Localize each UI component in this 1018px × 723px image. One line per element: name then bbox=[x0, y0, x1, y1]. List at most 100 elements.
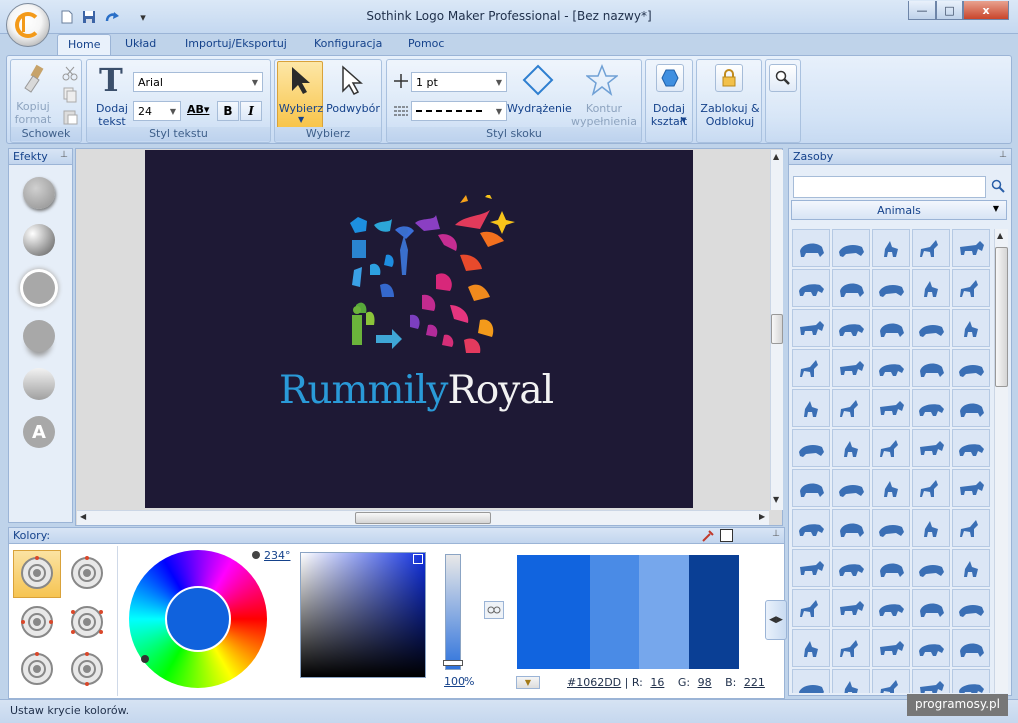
pin-icon[interactable]: ⊥ bbox=[999, 150, 1007, 160]
asset-animal-item[interactable] bbox=[872, 389, 910, 427]
vertical-scroll-thumb[interactable] bbox=[771, 314, 783, 344]
lock-unlock-button[interactable]: Zablokuj & Odblokuj bbox=[697, 102, 763, 128]
asset-animal-item[interactable] bbox=[872, 669, 910, 693]
asset-animal-item[interactable] bbox=[832, 309, 870, 347]
asset-animal-item[interactable] bbox=[872, 509, 910, 547]
asset-animal-item[interactable] bbox=[792, 669, 830, 693]
asset-animal-item[interactable] bbox=[792, 309, 830, 347]
assets-scroll-thumb[interactable] bbox=[995, 247, 1008, 387]
asset-animal-item[interactable] bbox=[872, 629, 910, 667]
asset-animal-item[interactable] bbox=[912, 589, 950, 627]
alpha-value[interactable]: 100 bbox=[444, 675, 465, 688]
asset-animal-item[interactable] bbox=[912, 309, 950, 347]
scroll-left-icon[interactable]: ◀ bbox=[80, 512, 86, 521]
asset-animal-item[interactable] bbox=[872, 309, 910, 347]
italic-button[interactable]: I bbox=[240, 101, 262, 121]
asset-animal-item[interactable] bbox=[872, 469, 910, 507]
asset-animal-item[interactable] bbox=[792, 589, 830, 627]
asset-animal-item[interactable] bbox=[832, 229, 870, 267]
asset-animal-item[interactable] bbox=[872, 429, 910, 467]
asset-animal-item[interactable] bbox=[952, 389, 990, 427]
asset-animal-item[interactable] bbox=[912, 389, 950, 427]
asset-animal-item[interactable] bbox=[792, 389, 830, 427]
asset-animal-item[interactable] bbox=[952, 349, 990, 387]
asset-animal-item[interactable] bbox=[832, 349, 870, 387]
pin-icon[interactable]: ⊥ bbox=[60, 150, 68, 160]
asset-animal-item[interactable] bbox=[912, 629, 950, 667]
horizontal-scroll-thumb[interactable] bbox=[355, 512, 491, 524]
assets-search-input[interactable] bbox=[793, 176, 986, 198]
asset-animal-item[interactable] bbox=[912, 469, 950, 507]
asset-animal-item[interactable] bbox=[912, 349, 950, 387]
effect-shadow[interactable] bbox=[23, 177, 55, 209]
swatch-menu-button[interactable]: ▼ bbox=[516, 676, 540, 689]
category-select[interactable]: Animals ▼ bbox=[791, 200, 1007, 220]
cut-icon[interactable] bbox=[62, 65, 78, 84]
dash-style-select[interactable]: ▼ bbox=[411, 101, 507, 121]
asset-animal-item[interactable] bbox=[912, 669, 950, 693]
swatch[interactable] bbox=[689, 555, 740, 669]
asset-animal-item[interactable] bbox=[792, 549, 830, 587]
asset-animal-item[interactable] bbox=[872, 229, 910, 267]
asset-animal-item[interactable] bbox=[952, 229, 990, 267]
link-icon[interactable] bbox=[484, 601, 504, 619]
asset-animal-item[interactable] bbox=[832, 429, 870, 467]
hollow-button[interactable]: Wydrążenie bbox=[507, 102, 572, 115]
effect-reflection[interactable] bbox=[23, 320, 55, 352]
asset-animal-item[interactable] bbox=[912, 229, 950, 267]
asset-animal-item[interactable] bbox=[952, 509, 990, 547]
copy-icon[interactable] bbox=[62, 87, 78, 106]
panel-collapse-toggle[interactable]: ◀▶ bbox=[765, 600, 787, 640]
hex-value[interactable]: #1062DD bbox=[567, 676, 621, 689]
pin-icon[interactable]: ⊥ bbox=[772, 529, 780, 539]
maximize-button[interactable]: □ bbox=[936, 1, 963, 20]
scroll-right-icon[interactable]: ▶ bbox=[759, 512, 765, 521]
asset-animal-item[interactable] bbox=[792, 509, 830, 547]
scroll-down-icon[interactable]: ▼ bbox=[773, 495, 779, 504]
fill-outline-button[interactable]: Kontur wypełnienia bbox=[569, 102, 639, 128]
effect-glow[interactable] bbox=[23, 272, 55, 304]
asset-animal-item[interactable] bbox=[912, 549, 950, 587]
saturation-handle[interactable] bbox=[413, 554, 423, 564]
asset-animal-item[interactable] bbox=[832, 629, 870, 667]
asset-animal-item[interactable] bbox=[952, 629, 990, 667]
asset-animal-item[interactable] bbox=[872, 269, 910, 307]
scroll-up-icon[interactable]: ▲ bbox=[997, 231, 1003, 240]
close-button[interactable]: x bbox=[963, 1, 1009, 20]
minimize-button[interactable]: — bbox=[908, 1, 936, 20]
hue-handle[interactable] bbox=[141, 655, 149, 663]
bold-button[interactable]: B bbox=[217, 101, 239, 121]
asset-animal-item[interactable] bbox=[912, 269, 950, 307]
b-value[interactable]: 221 bbox=[744, 676, 765, 689]
asset-animal-item[interactable] bbox=[952, 309, 990, 347]
asset-animal-item[interactable] bbox=[832, 469, 870, 507]
asset-animal-item[interactable] bbox=[952, 669, 990, 693]
asset-animal-item[interactable] bbox=[792, 349, 830, 387]
font-size-select[interactable]: 24 ▼ bbox=[133, 101, 181, 121]
asset-animal-item[interactable] bbox=[832, 269, 870, 307]
subselect-button[interactable]: Podwybór bbox=[325, 102, 381, 115]
tab-help[interactable]: Pomoc bbox=[398, 34, 454, 56]
effect-gradient[interactable] bbox=[23, 368, 55, 400]
asset-animal-item[interactable] bbox=[792, 629, 830, 667]
asset-animal-item[interactable] bbox=[792, 269, 830, 307]
alpha-slider[interactable] bbox=[445, 554, 461, 670]
tab-home[interactable]: Home bbox=[57, 34, 112, 56]
swatch[interactable] bbox=[639, 555, 690, 669]
app-menu-button[interactable] bbox=[6, 3, 50, 47]
asset-animal-item[interactable] bbox=[832, 549, 870, 587]
hue-value[interactable]: 234° bbox=[264, 549, 291, 562]
asset-animal-item[interactable] bbox=[832, 389, 870, 427]
no-color-swatch[interactable] bbox=[720, 529, 733, 542]
copy-format-button[interactable]: Kopiuj format bbox=[13, 100, 53, 126]
asset-animal-item[interactable] bbox=[952, 549, 990, 587]
asset-animal-item[interactable] bbox=[952, 469, 990, 507]
swatch[interactable] bbox=[589, 555, 640, 669]
saturation-square[interactable] bbox=[300, 552, 426, 678]
paste-icon[interactable] bbox=[62, 109, 78, 128]
add-text-button[interactable]: Dodaj tekst bbox=[89, 102, 135, 128]
zoom-icon[interactable] bbox=[769, 64, 797, 92]
canvas-horizontal-scrollbar[interactable]: ◀ ▶ bbox=[77, 510, 769, 525]
asset-animal-item[interactable] bbox=[832, 669, 870, 693]
asset-animal-item[interactable] bbox=[792, 229, 830, 267]
